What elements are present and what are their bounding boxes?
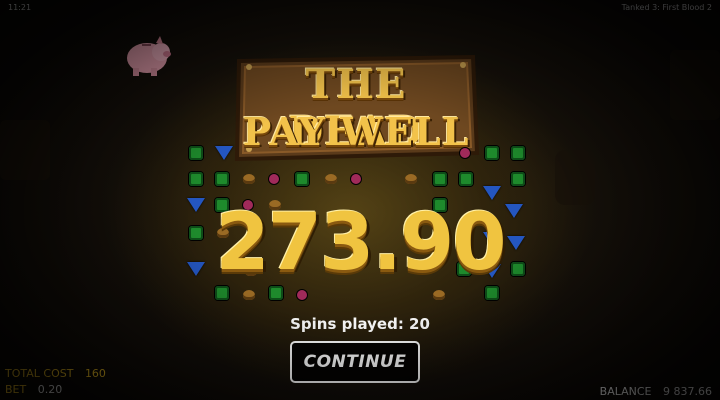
status-time: 11:21 (8, 3, 32, 12)
sapphire-gem-icon (215, 146, 233, 160)
gold-nugget-icon (325, 174, 337, 184)
emerald-gem-icon (511, 146, 525, 160)
emerald-gem-icon (189, 146, 203, 160)
balance-value: 9 837.66 (663, 385, 712, 398)
continue-button[interactable]: CONTINUE (290, 341, 420, 383)
treasure-chest-left (0, 120, 50, 180)
ruby-gem-icon (297, 290, 307, 300)
barrel-right (555, 150, 595, 205)
gold-nugget-icon (405, 174, 417, 184)
emerald-gem-icon (485, 286, 499, 300)
gold-nugget-icon (243, 290, 255, 300)
total-cost-value: 160 (84, 367, 106, 380)
bet-label: BET (5, 383, 27, 396)
piggy-bank-icon (127, 36, 171, 76)
game-title: Tanked 3: First Blood 2 (621, 3, 712, 12)
emerald-gem-icon (269, 286, 283, 300)
emerald-gem-icon (511, 172, 525, 186)
balance-display: BALANCE 9 837.66 (600, 385, 712, 398)
emerald-gem-icon (459, 172, 473, 186)
treasure-chest-right (670, 50, 720, 120)
emerald-gem-icon (215, 286, 229, 300)
emerald-gem-icon (215, 172, 229, 186)
total-cost-row: TOTAL COST 160 (5, 366, 106, 382)
balance-label: BALANCE (599, 385, 652, 398)
emerald-gem-icon (485, 146, 499, 160)
gold-nugget-icon (243, 174, 255, 184)
emerald-gem-icon (433, 172, 447, 186)
emerald-gem-icon (189, 172, 203, 186)
ruby-gem-icon (269, 174, 279, 184)
gold-nugget-icon (433, 290, 445, 300)
bet-row: BET 0.20 (5, 382, 106, 398)
win-amount: 273.90 (215, 198, 507, 288)
bet-info: TOTAL COST 160 BET 0.20 (5, 366, 106, 398)
game-stage: 11:21 Tanked 3: First Blood 2 THE DEAD P… (0, 0, 720, 400)
ruby-gem-icon (351, 174, 361, 184)
bet-value: 0.20 (37, 383, 63, 396)
emerald-gem-icon (295, 172, 309, 186)
spins-played-text: Spins played: 20 (290, 315, 430, 333)
continue-button-label: CONTINUE (303, 352, 407, 372)
total-cost-label: TOTAL COST (5, 367, 74, 380)
ruby-gem-icon (460, 148, 470, 158)
